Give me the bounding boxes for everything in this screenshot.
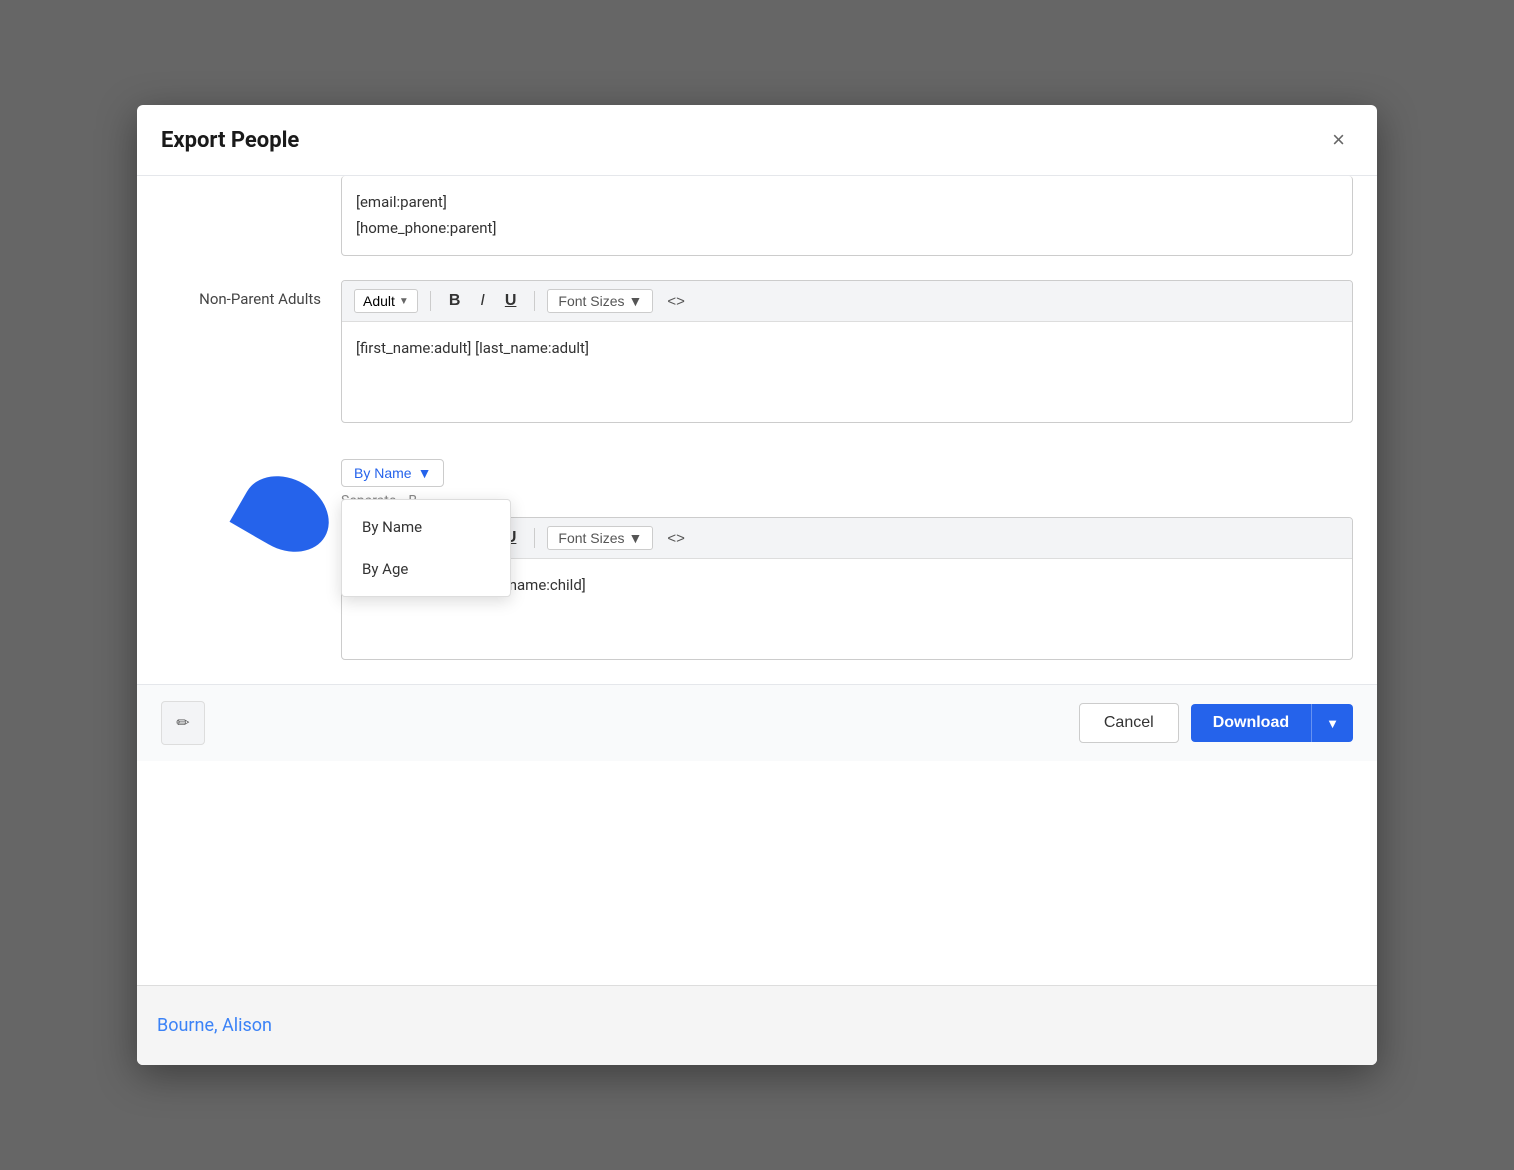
adult-dropdown-label: Adult	[363, 293, 395, 309]
font-sizes-dropdown-adults[interactable]: Font Sizes ▼	[547, 289, 653, 313]
sort-dropdown-menu: By Name By Age	[341, 499, 511, 597]
background-person-name: Bourne, Alison	[157, 1015, 272, 1036]
toolbar-separator-1	[430, 291, 431, 311]
font-sizes-label-adults: Font Sizes	[558, 293, 624, 309]
sort-option-by-age[interactable]: By Age	[342, 548, 510, 590]
cancel-button[interactable]: Cancel	[1079, 703, 1179, 743]
code-button-adults[interactable]: <>	[661, 290, 691, 313]
font-sizes-label-children: Font Sizes	[558, 530, 624, 546]
export-people-modal: Bourne, Alison Export People × [email:pa…	[137, 105, 1377, 1065]
sort-caret-icon: ▼	[418, 465, 432, 481]
non-parent-adults-section: Non-Parent Adults Adult ▼ B I U Font Siz…	[161, 264, 1353, 423]
sort-dropdown-button[interactable]: By Name ▼	[341, 459, 444, 487]
font-sizes-dropdown-children[interactable]: Font Sizes ▼	[547, 526, 653, 550]
sort-selected-label: By Name	[354, 465, 412, 481]
non-parent-adults-toolbar: Adult ▼ B I U Font Sizes ▼ <>	[342, 281, 1352, 322]
non-parent-adults-content[interactable]: [first_name:adult] [last_name:adult]	[342, 322, 1352, 422]
download-button-group: Download ▼	[1191, 704, 1353, 742]
download-button[interactable]: Download	[1191, 704, 1311, 742]
close-button[interactable]: ×	[1324, 123, 1353, 157]
font-sizes-caret-children: ▼	[629, 530, 643, 546]
parent-phone-line: [home_phone:parent]	[356, 216, 1338, 242]
download-caret-button[interactable]: ▼	[1311, 704, 1353, 742]
non-parent-adults-editor[interactable]: Adult ▼ B I U Font Sizes ▼ <> [first_nam…	[341, 280, 1353, 423]
italic-button-adults[interactable]: I	[474, 290, 490, 312]
code-button-children[interactable]: <>	[661, 527, 691, 550]
non-parent-adults-label: Non-Parent Adults	[161, 280, 341, 308]
background-content: Bourne, Alison	[137, 985, 1377, 1065]
footer-right: Cancel Download ▼	[1079, 703, 1353, 743]
bold-button-adults[interactable]: B	[443, 290, 467, 312]
underline-button-adults[interactable]: U	[499, 290, 523, 312]
pencil-icon: ✏	[176, 713, 189, 733]
parent-email-line: [email:parent]	[356, 190, 1338, 216]
children-section: Children By Name ▼ By Name	[161, 443, 1353, 660]
adult-dropdown-caret: ▼	[399, 296, 409, 307]
modal-header: Export People ×	[137, 105, 1377, 176]
font-sizes-caret-adults: ▼	[629, 293, 643, 309]
adult-dropdown[interactable]: Adult ▼	[354, 289, 418, 313]
sort-option-by-name[interactable]: By Name	[342, 506, 510, 548]
pencil-button[interactable]: ✏	[161, 701, 205, 745]
sort-control-container: By Name ▼ By Name By Age	[341, 459, 444, 487]
modal-title: Export People	[161, 128, 299, 153]
toolbar-separator-2	[534, 291, 535, 311]
children-right: By Name ▼ By Name By Age Separate B...	[341, 459, 1353, 660]
modal-footer: ✏ Cancel Download ▼	[137, 684, 1377, 761]
modal-body: [email:parent] [home_phone:parent] Non-P…	[137, 176, 1377, 684]
parent-editor-partial: [email:parent] [home_phone:parent]	[341, 176, 1353, 256]
toolbar-separator-4	[534, 528, 535, 548]
